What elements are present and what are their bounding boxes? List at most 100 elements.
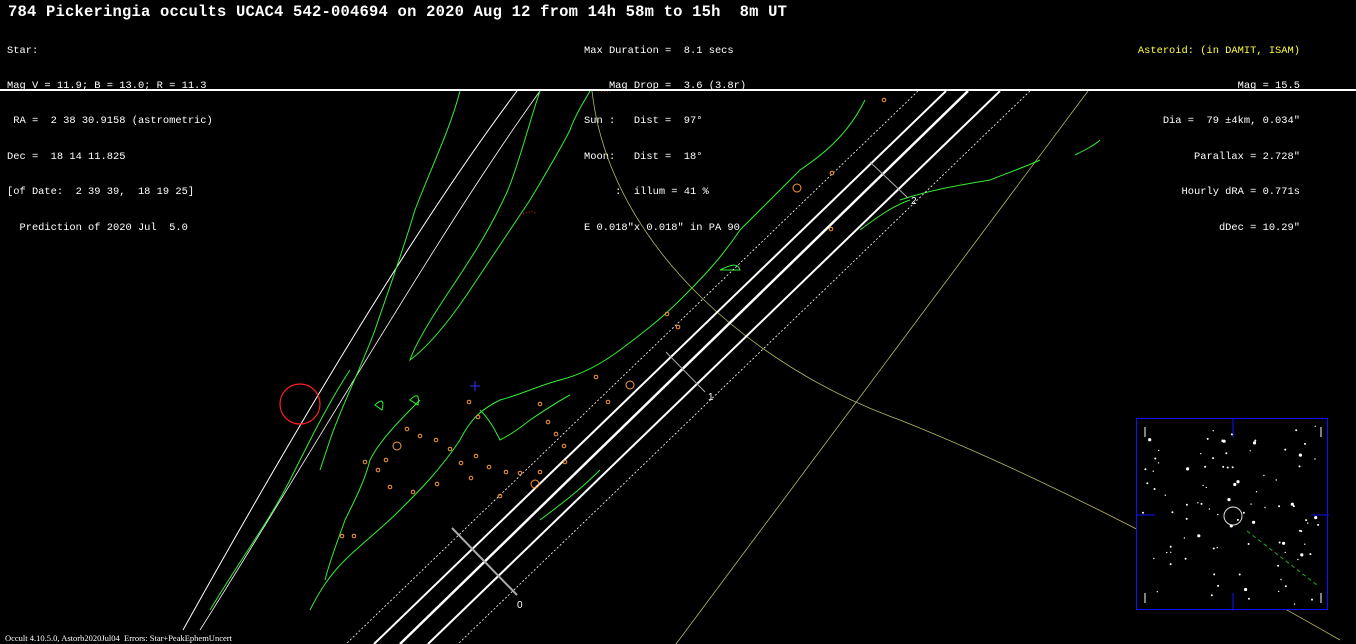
field-star: [1210, 594, 1213, 597]
sun-marker-icon: [279, 383, 321, 425]
field-star: [1314, 458, 1316, 460]
time-tick-line: [665, 351, 706, 393]
path-sigma-north: [345, 91, 919, 644]
observer-site-marker: [475, 414, 481, 420]
coastline-segment: [479, 394, 571, 441]
field-star: [1200, 453, 1202, 455]
observer-site-marker: [351, 533, 357, 539]
field-star: [1221, 439, 1224, 442]
field-star: [1275, 479, 1277, 481]
field-star: [1314, 425, 1316, 427]
field-star: [1304, 442, 1306, 445]
field-star: [1255, 491, 1258, 493]
field-star: [1250, 503, 1252, 505]
field-star: [1169, 563, 1172, 566]
field-star: [1158, 449, 1160, 452]
star-field-inset[interactable]: [1136, 418, 1329, 611]
observer-site-marker: [503, 469, 509, 475]
field-star: [1200, 502, 1203, 505]
occultation-path: [345, 91, 1031, 644]
coastline-segment: [859, 199, 911, 231]
field-star: [1247, 543, 1250, 545]
observer-site-marker: [545, 419, 551, 425]
field-star: [1284, 585, 1287, 588]
coastline-segment: [409, 91, 591, 362]
observer-site-marker: [468, 475, 474, 481]
observer-site-marker: [537, 401, 543, 407]
field-star: [1197, 534, 1201, 538]
field-star: [1284, 551, 1286, 554]
observer-site-marker: [517, 470, 523, 476]
field-star: [1252, 520, 1256, 524]
horizon-curve-inner: [199, 91, 541, 631]
field-star: [1298, 453, 1302, 457]
software-footer: Occult 4.10.5.0, Astorb2020Jul04 Errors:…: [5, 633, 232, 643]
field-star: [1217, 584, 1220, 587]
field-star: [1206, 437, 1209, 440]
observer-site-marker: [562, 459, 568, 465]
field-star: [1244, 587, 1248, 592]
field-star: [1197, 502, 1199, 504]
star-chart: [1137, 419, 1329, 611]
field-star: [1225, 452, 1228, 455]
field-star: [1238, 573, 1241, 576]
field-star: [1317, 523, 1320, 526]
observer-site-marker: [404, 426, 410, 432]
coastline-segment: [309, 99, 866, 611]
field-star: [1170, 551, 1172, 553]
field-star: [1280, 578, 1282, 581]
field-star: [1242, 511, 1245, 514]
field-star: [1290, 502, 1294, 506]
observer-site-marker: [792, 183, 802, 193]
field-star: [1278, 590, 1280, 593]
observer-site-marker: [362, 459, 368, 465]
field-star: [1153, 488, 1156, 490]
field-star: [1314, 516, 1318, 520]
field-star: [1249, 450, 1251, 452]
observer-site-marker: [434, 481, 440, 487]
observer-site-marker: [339, 533, 345, 539]
observer-site-marker: [473, 453, 479, 459]
field-star: [1156, 591, 1158, 593]
field-star: [1208, 508, 1211, 510]
field-star: [1299, 529, 1301, 532]
asteroid-motion-track: [1246, 530, 1318, 586]
field-star: [1277, 564, 1280, 567]
field-star: [1205, 486, 1207, 489]
field-star: [1212, 430, 1214, 432]
inset-corner-ticks: [1144, 427, 1322, 603]
observer-site-marker: [447, 446, 453, 452]
time-tick-label: 0: [517, 600, 523, 611]
time-tick-label: 1: [708, 392, 714, 403]
path-sigma-south: [457, 91, 1031, 644]
field-star: [1216, 546, 1218, 549]
field-star: [1217, 513, 1219, 516]
observer-site-marker: [486, 464, 492, 470]
field-star: [1252, 441, 1257, 445]
observer-site-marker: [530, 479, 540, 489]
coastline-segment: [374, 400, 384, 411]
field-star: [1231, 466, 1234, 469]
time-tick-label: 2: [911, 196, 917, 207]
field-star: [1154, 457, 1157, 460]
observer-site-marker: [537, 469, 543, 475]
field-star: [1311, 598, 1313, 601]
coastlines: [209, 91, 1101, 611]
field-star: [1284, 448, 1287, 451]
field-star: [1204, 465, 1207, 468]
field-star: [1236, 518, 1239, 521]
field-stars: [1142, 425, 1320, 605]
observer-site-marker: [605, 399, 611, 405]
field-star: [1144, 468, 1147, 471]
field-star: [1295, 429, 1298, 432]
field-star: [1185, 503, 1188, 506]
field-star: [1171, 511, 1174, 514]
observer-site-marker: [881, 97, 887, 103]
field-star: [1142, 511, 1144, 514]
observer-site-marker: [593, 374, 599, 380]
observer-site-marker: [375, 467, 381, 473]
observer-site-marker: [458, 460, 464, 466]
field-star: [1236, 480, 1240, 484]
field-star: [1166, 551, 1168, 554]
coastline-segment: [324, 399, 421, 581]
